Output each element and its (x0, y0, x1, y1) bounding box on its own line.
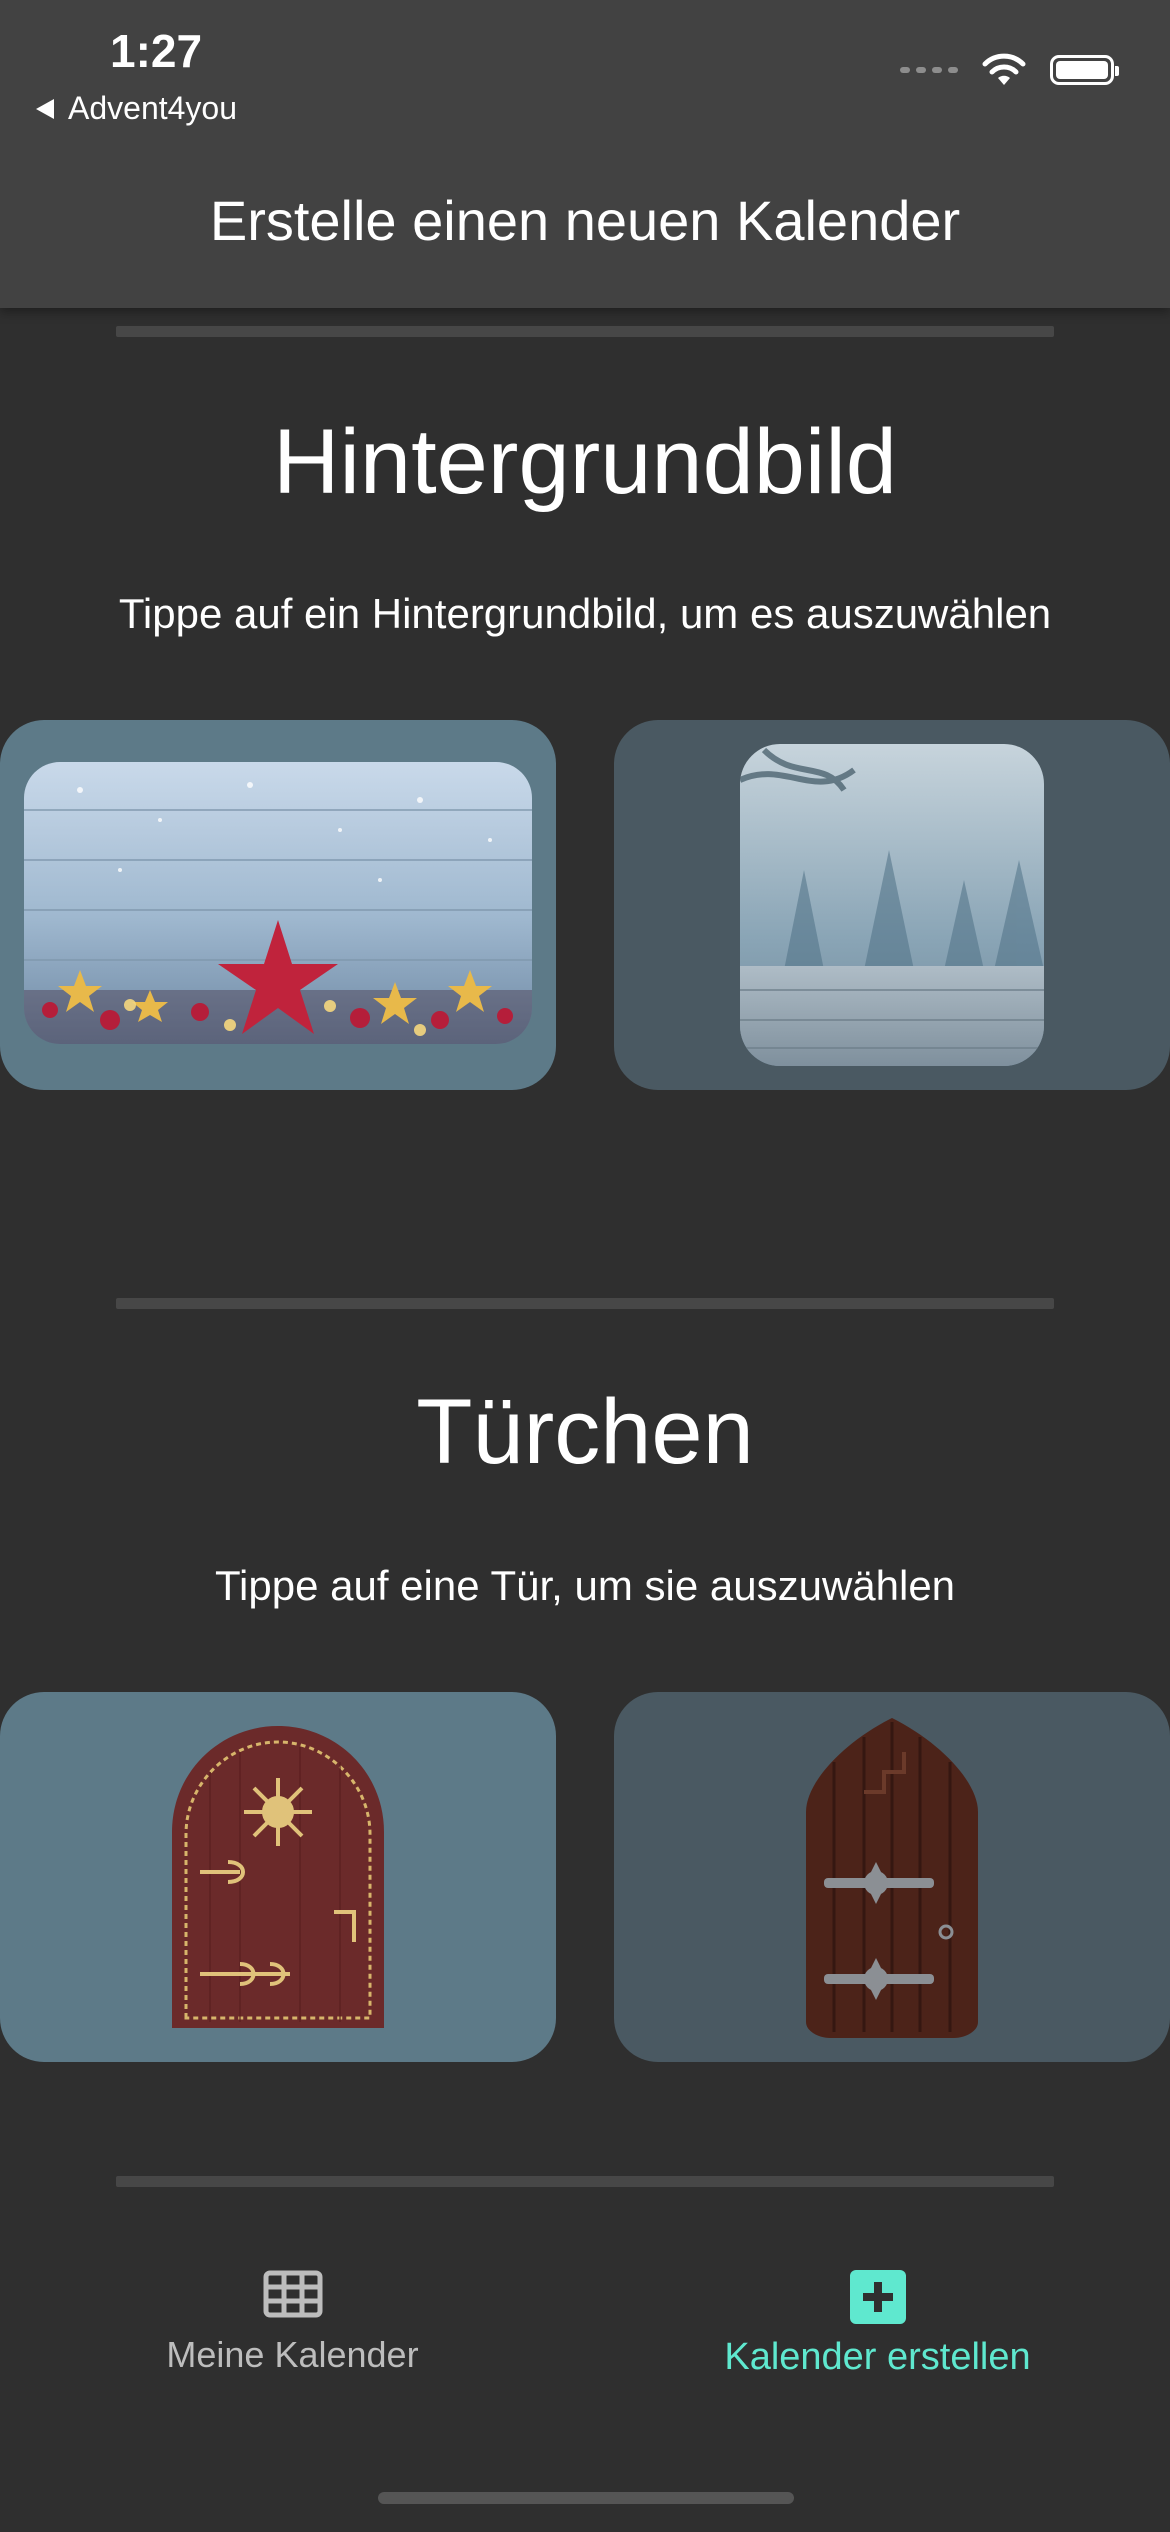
nav-my-calendars-label: Meine Kalender (166, 2334, 419, 2375)
snowy-forest-background-image (740, 744, 1044, 1066)
bottom-navigation: Meine Kalender Kalender erstellen (0, 2270, 1170, 2390)
wifi-icon (982, 53, 1026, 85)
arched-door-image (172, 1726, 384, 2028)
door-option-iron-hinges[interactable] (614, 1692, 1170, 2062)
nav-create-calendar-label: Kalender erstellen (724, 2336, 1031, 2378)
back-app-label: Advent4you (68, 90, 238, 126)
grid-icon (263, 2270, 322, 2318)
nav-create-calendar[interactable]: Kalender erstellen (585, 2270, 1170, 2379)
nav-my-calendars[interactable]: Meine Kalender (0, 2270, 585, 2376)
cellular-signal-icon (900, 67, 958, 73)
section-divider (116, 2176, 1054, 2187)
door-section-hint: Tippe auf eine Tür, um sie auszuwählen (214, 1562, 956, 1609)
home-indicator (378, 2492, 794, 2504)
door-option-golden-arch[interactable] (0, 1692, 556, 2062)
battery-icon (1050, 55, 1119, 85)
section-divider (116, 326, 1054, 337)
winter-star-background-image (24, 762, 532, 1044)
status-icons (900, 52, 1119, 88)
background-option-winter-star[interactable] (0, 720, 556, 1090)
status-time: 1:27 (110, 25, 203, 77)
pointed-door-image (806, 1718, 978, 2038)
section-divider (116, 1298, 1054, 1309)
plus-square-icon (849, 2270, 906, 2324)
door-section-title: Türchen (416, 1381, 754, 1483)
background-option-snowy-forest[interactable] (614, 720, 1170, 1090)
background-section-title: Hintergrundbild (273, 411, 897, 513)
back-arrow-icon (36, 98, 54, 119)
back-to-app-link[interactable]: Advent4you (36, 90, 237, 127)
app-bar: 1:27 Advent4you Erstelle einen neuen Kal… (0, 0, 1170, 308)
background-section-hint: Tippe auf ein Hintergrundbild, um es aus… (118, 590, 1052, 637)
page-title: Erstelle einen neuen Kalender (209, 189, 961, 252)
